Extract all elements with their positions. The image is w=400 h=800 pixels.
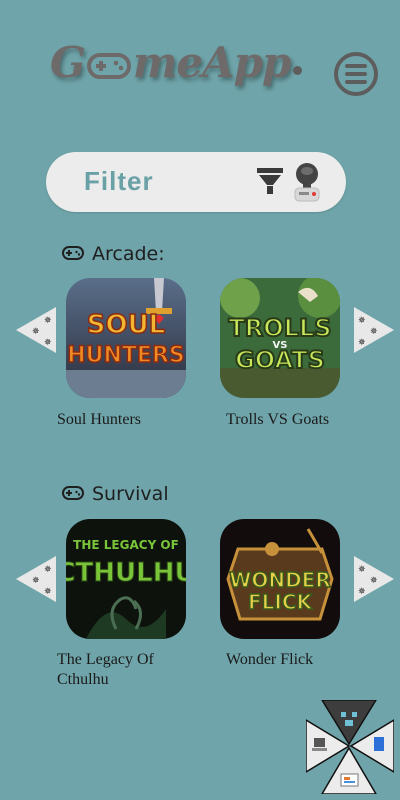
logo-text-right: meApp — [132, 38, 291, 87]
wonder-flick-art-line2: FLICK — [248, 590, 314, 614]
cthulhu-art-line2: CTHULHU — [66, 558, 186, 588]
section-title-survival: Survival — [62, 483, 169, 505]
game-title-legacy-of-cthulhu[interactable]: The Legacy Of Cthulhu — [57, 650, 197, 690]
game-card-trolls-vs-goats[interactable]: TROLLS VS GOATS — [220, 278, 340, 398]
svg-text:✵: ✵ — [44, 587, 52, 597]
funnel-icon[interactable] — [256, 167, 284, 199]
game-title-soul-hunters[interactable]: Soul Hunters — [57, 410, 197, 430]
game-card-soul-hunters[interactable]: SOUL HUNTERS — [66, 278, 186, 398]
wonder-flick-art-line1: WONDER — [229, 568, 330, 592]
svg-text:✵: ✵ — [44, 338, 52, 348]
quick-action-menu[interactable] — [305, 699, 395, 795]
gamepad-icon — [86, 40, 131, 89]
filter-label: Filter — [84, 166, 154, 196]
svg-text:✵: ✵ — [32, 576, 40, 586]
trolls-art-line3: GOATS — [235, 346, 325, 374]
svg-text:✵: ✵ — [32, 327, 40, 337]
section-title-label: Survival — [92, 483, 169, 505]
svg-text:✵: ✵ — [370, 327, 378, 337]
soul-hunters-art-line2: HUNTERS — [67, 343, 185, 368]
game-title-wonder-flick[interactable]: Wonder Flick — [226, 650, 366, 670]
svg-text:✵: ✵ — [358, 587, 366, 597]
svg-text:✵: ✵ — [358, 565, 366, 575]
game-title-trolls-vs-goats[interactable]: Trolls VS Goats — [226, 410, 366, 430]
svg-text:✵: ✵ — [44, 316, 52, 326]
logo-text-left: G — [50, 38, 86, 87]
app-logo: G meApp — [50, 38, 291, 89]
cthulhu-art-line1: THE LEGACY OF — [73, 538, 179, 552]
scroll-left-arrow-survival[interactable]: ✵ ✵ ✵ — [16, 556, 56, 602]
logo-dot — [293, 66, 302, 75]
scroll-left-arrow-arcade[interactable]: ✵ ✵ ✵ — [16, 307, 56, 353]
svg-text:✵: ✵ — [370, 576, 378, 586]
section-title-label: Arcade: — [92, 243, 165, 265]
soul-hunters-art-line1: SOUL — [87, 310, 166, 340]
svg-text:✵: ✵ — [358, 338, 366, 348]
svg-text:✵: ✵ — [358, 316, 366, 326]
scroll-right-arrow-survival[interactable]: ✵ ✵ ✵ — [354, 556, 394, 602]
filter-bar[interactable]: Filter — [46, 152, 346, 212]
game-card-wonder-flick[interactable]: WONDER FLICK — [220, 519, 340, 639]
section-title-arcade: Arcade: — [62, 243, 165, 265]
svg-text:✵: ✵ — [44, 565, 52, 575]
scroll-right-arrow-arcade[interactable]: ✵ ✵ ✵ — [354, 307, 394, 353]
robot-icon[interactable] — [290, 162, 324, 208]
game-card-legacy-of-cthulhu[interactable]: THE LEGACY OF CTHULHU — [66, 519, 186, 639]
trolls-art-line1: TROLLS — [228, 314, 331, 342]
gamepad-icon — [62, 243, 84, 265]
hamburger-menu-icon[interactable] — [334, 52, 378, 96]
gamepad-icon — [62, 483, 84, 505]
